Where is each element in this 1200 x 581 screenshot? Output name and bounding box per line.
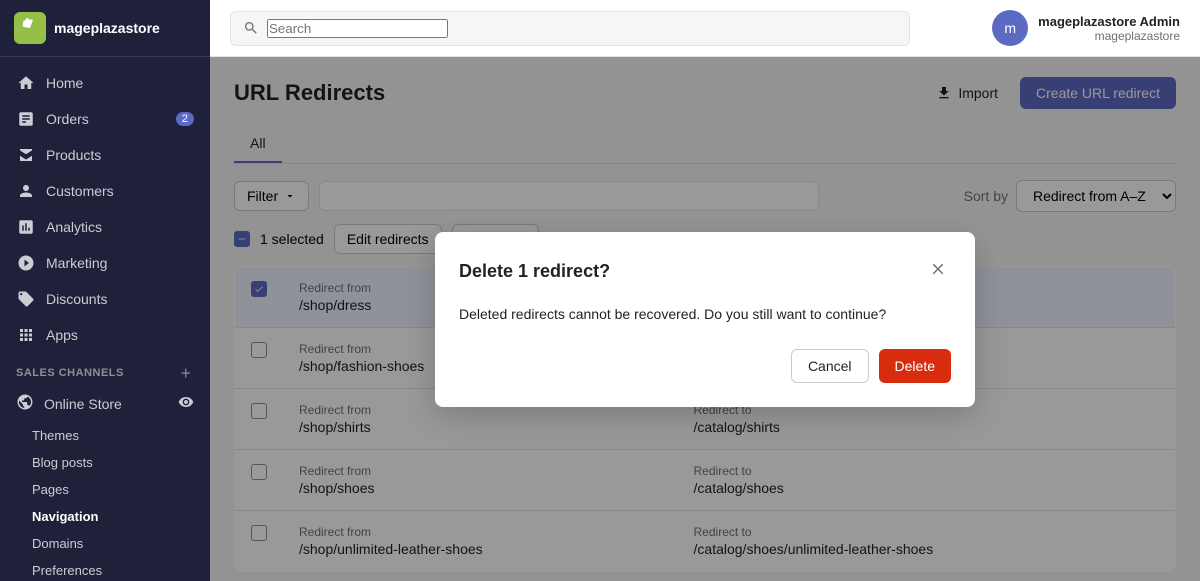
cancel-button[interactable]: Cancel bbox=[791, 349, 869, 383]
orders-badge: 2 bbox=[176, 112, 194, 126]
marketing-label: Marketing bbox=[46, 255, 107, 271]
sidebar-navigation: Home Orders 2 Products Customers Analy bbox=[0, 57, 210, 581]
sales-channels-label: SALES CHANNELS bbox=[16, 367, 124, 379]
sidebar-sub-domains[interactable]: Domains bbox=[0, 530, 210, 557]
sidebar-item-customers[interactable]: Customers bbox=[0, 173, 210, 209]
sidebar-item-products[interactable]: Products bbox=[0, 137, 210, 173]
home-label: Home bbox=[46, 75, 83, 91]
shopify-logo bbox=[14, 12, 46, 44]
online-store-icon bbox=[16, 393, 34, 414]
online-store-label: Online Store bbox=[44, 396, 122, 412]
sidebar-item-home[interactable]: Home bbox=[0, 65, 210, 101]
add-sales-channel-icon[interactable]: ＋ bbox=[178, 365, 194, 381]
search-icon bbox=[243, 20, 259, 36]
sidebar-item-orders[interactable]: Orders 2 bbox=[0, 101, 210, 137]
modal-close-button[interactable] bbox=[925, 256, 951, 288]
close-icon bbox=[929, 260, 947, 278]
apps-icon bbox=[16, 325, 36, 345]
analytics-icon bbox=[16, 217, 36, 237]
sidebar-item-discounts[interactable]: Discounts bbox=[0, 281, 210, 317]
sidebar-sub-pages[interactable]: Pages bbox=[0, 476, 210, 503]
modal-title: Delete 1 redirect? bbox=[459, 261, 610, 282]
user-email: mageplazastore bbox=[1038, 29, 1180, 43]
sidebar-item-analytics[interactable]: Analytics bbox=[0, 209, 210, 245]
sidebar-item-marketing[interactable]: Marketing bbox=[0, 245, 210, 281]
sidebar-sub-themes[interactable]: Themes bbox=[0, 422, 210, 449]
delete-modal: Delete 1 redirect? Deleted redirects can… bbox=[435, 232, 975, 407]
modal-body: Deleted redirects cannot be recovered. D… bbox=[459, 304, 951, 325]
user-avatar: m bbox=[992, 10, 1028, 46]
main-content: m mageplazastore Admin mageplazastore UR… bbox=[210, 0, 1200, 581]
discounts-label: Discounts bbox=[46, 291, 107, 307]
sidebar-item-online-store[interactable]: Online Store bbox=[0, 385, 210, 422]
search-input[interactable] bbox=[267, 19, 448, 38]
sidebar-sub-navigation[interactable]: Navigation bbox=[0, 503, 210, 530]
online-store-left: Online Store bbox=[16, 393, 122, 414]
orders-icon bbox=[16, 109, 36, 129]
customers-label: Customers bbox=[46, 183, 114, 199]
sidebar-item-apps[interactable]: Apps bbox=[0, 317, 210, 353]
apps-label: Apps bbox=[46, 327, 78, 343]
user-info: mageplazastore Admin mageplazastore bbox=[1038, 14, 1180, 43]
discounts-icon bbox=[16, 289, 36, 309]
sidebar: mageplazastore Home Orders 2 Products bbox=[0, 0, 210, 581]
sidebar-sub-preferences[interactable]: Preferences bbox=[0, 557, 210, 581]
delete-button[interactable]: Delete bbox=[879, 349, 951, 383]
products-label: Products bbox=[46, 147, 101, 163]
home-icon bbox=[16, 73, 36, 93]
topbar: m mageplazastore Admin mageplazastore bbox=[210, 0, 1200, 57]
orders-label: Orders bbox=[46, 111, 89, 127]
user-name: mageplazastore Admin bbox=[1038, 14, 1180, 29]
sales-channels-section: SALES CHANNELS ＋ bbox=[0, 353, 210, 385]
page-content: URL Redirects Import Create URL redirect… bbox=[210, 57, 1200, 581]
products-icon bbox=[16, 145, 36, 165]
modal-overlay: Delete 1 redirect? Deleted redirects can… bbox=[210, 57, 1200, 581]
sidebar-header: mageplazastore bbox=[0, 0, 210, 57]
analytics-label: Analytics bbox=[46, 219, 102, 235]
online-store-eye-icon[interactable] bbox=[178, 394, 194, 413]
modal-header: Delete 1 redirect? bbox=[459, 256, 951, 288]
marketing-icon bbox=[16, 253, 36, 273]
customers-icon bbox=[16, 181, 36, 201]
search-box[interactable] bbox=[230, 11, 910, 46]
sidebar-sub-blog-posts[interactable]: Blog posts bbox=[0, 449, 210, 476]
modal-footer: Cancel Delete bbox=[459, 349, 951, 383]
store-name-label: mageplazastore bbox=[54, 20, 160, 36]
